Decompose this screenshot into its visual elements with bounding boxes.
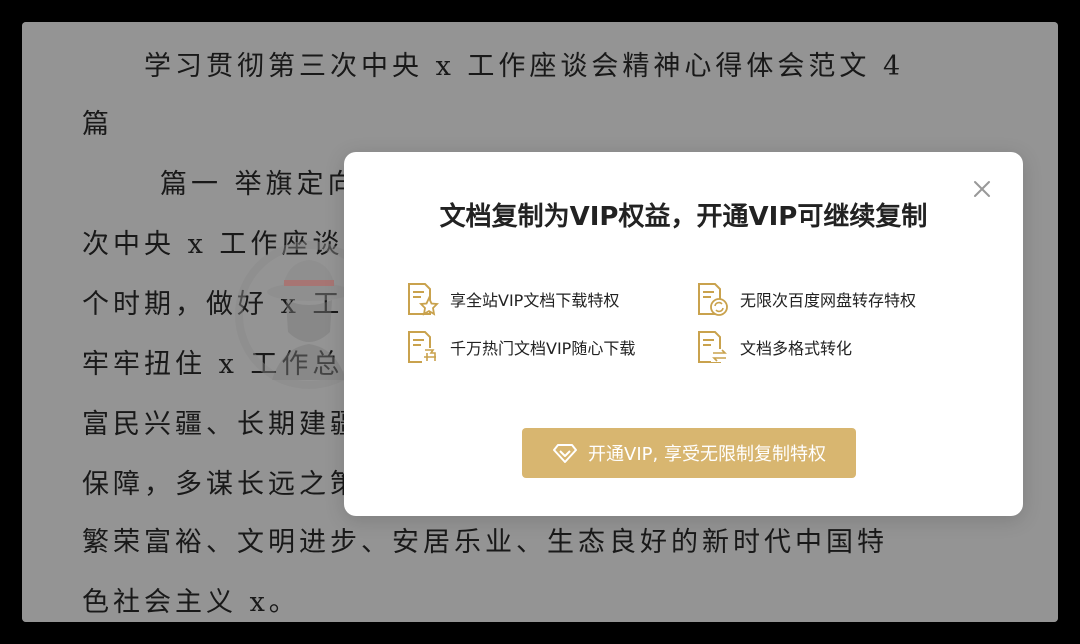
benefit-format-convert: 文档多格式转化 <box>692 328 852 366</box>
benefit-label: 无限次百度网盘转存特权 <box>740 291 917 310</box>
benefit-label: 千万热门文档VIP随心下载 <box>450 339 636 358</box>
benefit-label: 享全站VIP文档下载特权 <box>450 291 620 310</box>
vip-copy-modal: 文档复制为VIP权益，开通VIP可继续复制 享全站VIP文档下载特权 无限次百度… <box>344 152 1023 516</box>
modal-title: 文档复制为VIP权益，开通VIP可继续复制 <box>439 202 928 232</box>
open-vip-button-label: 开通VIP, 享受无限制复制特权 <box>588 444 826 465</box>
doc-convert-icon <box>698 331 728 363</box>
benefit-free-download: 千万热门文档VIP随心下载 <box>402 328 635 366</box>
doc-sync-icon <box>698 283 728 316</box>
screen: 学习贯彻第三次中央 x 工作座谈会精神心得体会范文 4 篇 篇一 举旗定向 次中… <box>0 0 1080 644</box>
open-vip-button[interactable]: 开通VIP, 享受无限制复制特权 <box>522 428 856 478</box>
doc-star-icon <box>408 283 439 316</box>
benefit-netdisk-transfer: 无限次百度网盘转存特权 <box>692 280 916 318</box>
doc-free-icon <box>408 331 438 363</box>
benefit-label: 文档多格式转化 <box>740 339 853 358</box>
benefit-vip-download: 享全站VIP文档下载特权 <box>402 280 619 318</box>
diamond-icon <box>553 444 578 463</box>
